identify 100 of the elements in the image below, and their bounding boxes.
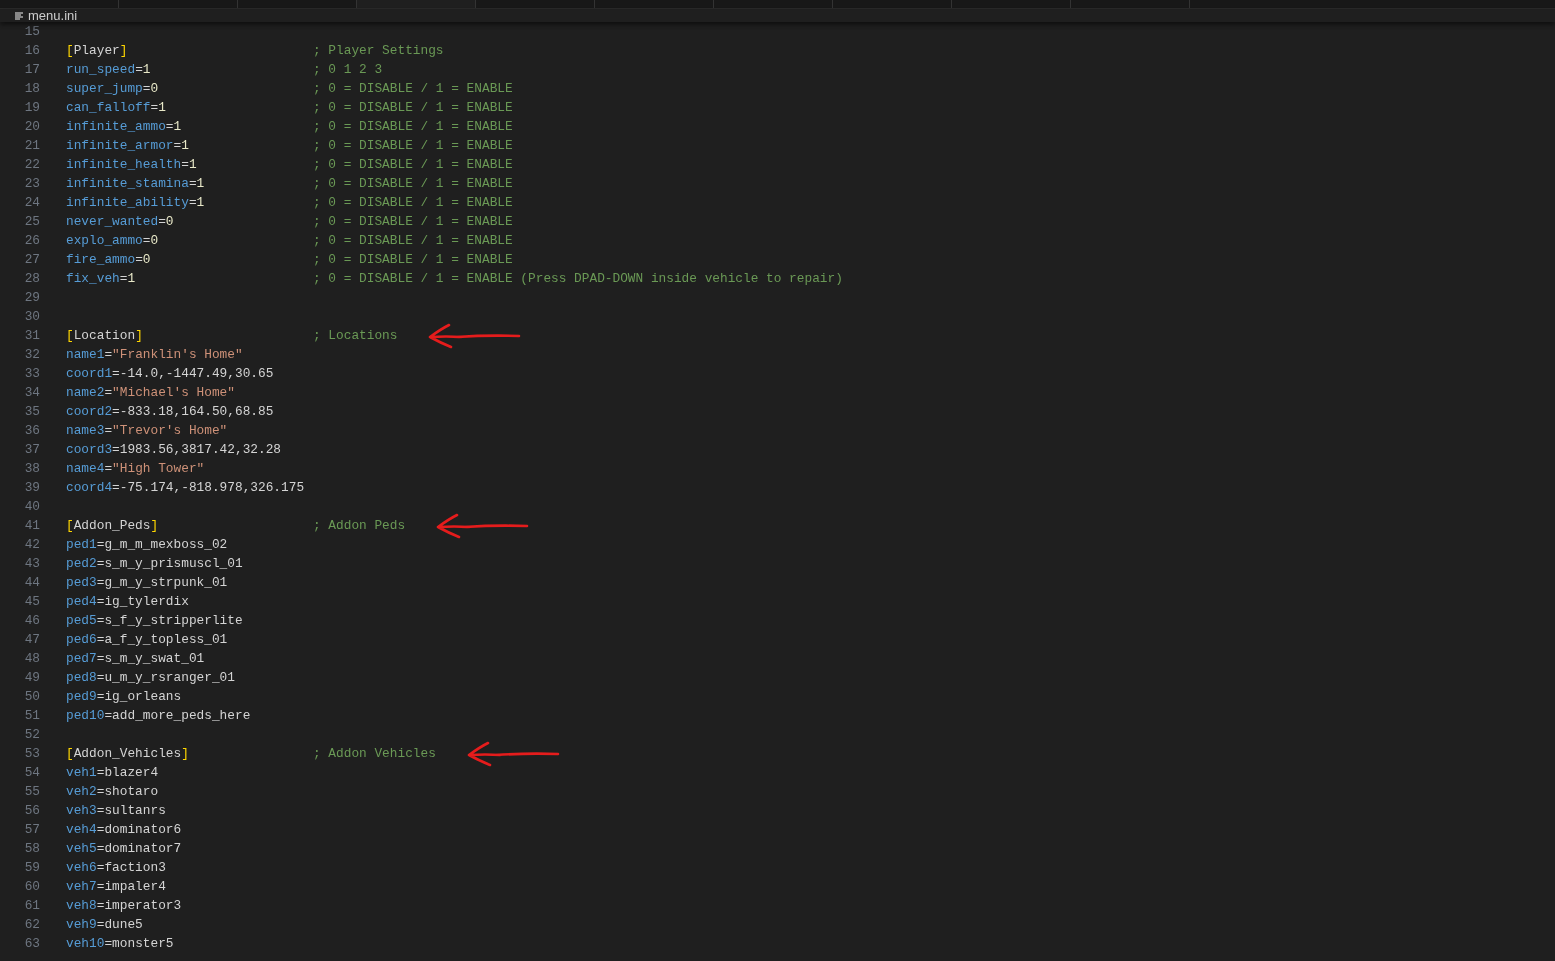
line-number: 24 [23, 195, 40, 210]
code-comment: ; 0 = DISABLE / 1 = ENABLE [313, 176, 513, 191]
line-number: 15 [23, 24, 40, 39]
code-text: ped4=ig_tylerdix [66, 594, 189, 609]
code-text: infinite_ammo=1 [66, 119, 182, 134]
line-number: 18 [23, 81, 40, 96]
code-text: ped5=s_f_y_stripperlite [66, 613, 243, 628]
line-number: 28 [23, 271, 40, 286]
code-text: veh4=dominator6 [66, 822, 182, 837]
line-number: 46 [23, 613, 40, 628]
line-number: 36 [23, 423, 40, 438]
code-comment: ; 0 = DISABLE / 1 = ENABLE (Press DPAD-DOWN inside vehicle to repair) [313, 271, 843, 286]
code-comment: ; 0 = DISABLE / 1 = ENABLE [313, 138, 513, 153]
line-number: 35 [23, 404, 40, 419]
code-comment: ; 0 1 2 3 [313, 62, 383, 77]
line-number: 49 [23, 670, 40, 685]
line-number: 17 [23, 62, 40, 77]
line-number: 34 [23, 385, 40, 400]
code-comment: ; 0 = DISABLE / 1 = ENABLE [313, 195, 513, 210]
code-comment: ; Addon Peds [313, 518, 406, 533]
code-comment: ; 0 = DISABLE / 1 = ENABLE [313, 214, 513, 229]
code-text: veh6=faction3 [66, 860, 166, 875]
line-number: 44 [23, 575, 40, 590]
code-text: veh2=shotaro [66, 784, 159, 799]
lines-icon [14, 10, 24, 21]
line-number: 59 [23, 860, 40, 875]
code-text: ped8=u_m_y_rsranger_01 [66, 670, 235, 685]
line-number: 56 [23, 803, 40, 818]
line-number: 30 [23, 309, 40, 324]
code-text: [Player] [66, 43, 128, 58]
line-number: 39 [23, 480, 40, 495]
line-number: 51 [23, 708, 40, 723]
code-comment: ; 0 = DISABLE / 1 = ENABLE [313, 157, 513, 172]
code-text: coord4=-75.174,-818.978,326.175 [66, 480, 305, 495]
code-text: fix_veh=1 [66, 271, 136, 286]
line-number: 38 [23, 461, 40, 476]
line-number: 29 [23, 290, 40, 305]
line-number: 40 [23, 499, 40, 514]
line-number: 43 [23, 556, 40, 571]
code-comment: ; 0 = DISABLE / 1 = ENABLE [313, 100, 513, 115]
line-number: 27 [23, 252, 40, 267]
code-text: name1="Franklin's Home" [66, 347, 243, 362]
line-number: 57 [23, 822, 40, 837]
code-text: veh1=blazer4 [66, 765, 159, 780]
line-number: 20 [23, 119, 40, 134]
line-number: 21 [23, 138, 40, 153]
line-number: 55 [23, 784, 40, 799]
line-number: 31 [23, 328, 40, 343]
code-text: infinite_armor=1 [66, 138, 189, 153]
code-text: name2="Michael's Home" [66, 385, 235, 400]
code-text: name3="Trevor's Home" [66, 423, 228, 438]
code-text: ped6=a_f_y_topless_01 [66, 632, 228, 647]
code-text: veh5=dominator7 [66, 841, 182, 856]
code-text: ped3=g_m_y_strpunk_01 [66, 575, 228, 590]
editor-tab[interactable] [357, 0, 476, 8]
code-text: super_jump=0 [66, 81, 159, 96]
code-text: infinite_ability=1 [66, 195, 205, 210]
code-text: veh8=imperator3 [66, 898, 182, 913]
line-number: 37 [23, 442, 40, 457]
code-text: ped7=s_m_y_swat_01 [66, 651, 205, 666]
line-number: 42 [23, 537, 40, 552]
code-text: veh10=monster5 [66, 936, 174, 951]
code-comment: ; 0 = DISABLE / 1 = ENABLE [313, 119, 513, 134]
line-number: 58 [23, 841, 40, 856]
code-comment: ; 0 = DISABLE / 1 = ENABLE [313, 81, 513, 96]
line-number: 23 [23, 176, 40, 191]
code-comment: ; 0 = DISABLE / 1 = ENABLE [313, 233, 513, 248]
line-number: 54 [23, 765, 40, 780]
code-text: coord2=-833.18,164.50,68.85 [66, 404, 274, 419]
code-text: [Addon_Vehicles] [66, 746, 189, 761]
line-number: 61 [23, 898, 40, 913]
line-number: 45 [23, 594, 40, 609]
line-number: 22 [23, 157, 40, 172]
line-number: 53 [23, 746, 40, 761]
line-number: 26 [23, 233, 40, 248]
code-text: ped2=s_m_y_prismuscl_01 [66, 556, 243, 571]
code-text: veh3=sultanrs [66, 803, 166, 818]
code-comment: ; Player Settings [313, 43, 444, 58]
code-text: [Location] [66, 328, 143, 343]
line-number: 19 [23, 100, 40, 115]
line-number: 62 [23, 917, 40, 932]
code-text: ped10=add_more_peds_here [66, 708, 251, 723]
line-number: 41 [23, 518, 40, 533]
code-text: run_speed=1 [66, 62, 151, 77]
code-comment: ; Locations [313, 328, 398, 343]
code-text: can_falloff=1 [66, 100, 166, 115]
code-text: veh9=dune5 [66, 917, 143, 932]
line-number: 16 [23, 43, 40, 58]
code-text: ped1=g_m_m_mexboss_02 [66, 537, 228, 552]
line-number: 60 [23, 879, 40, 894]
code-text: ped9=ig_orleans [66, 689, 182, 704]
line-number: 52 [23, 727, 40, 742]
line-number: 32 [23, 347, 40, 362]
breadcrumb-file[interactable]: menu.ini [28, 8, 78, 23]
code-text: never_wanted=0 [66, 214, 174, 229]
code-comment: ; 0 = DISABLE / 1 = ENABLE [313, 252, 513, 267]
code-comment: ; Addon Vehicles [313, 746, 436, 761]
line-number: 47 [23, 632, 40, 647]
code-text: infinite_stamina=1 [66, 176, 205, 191]
line-number: 50 [23, 689, 40, 704]
